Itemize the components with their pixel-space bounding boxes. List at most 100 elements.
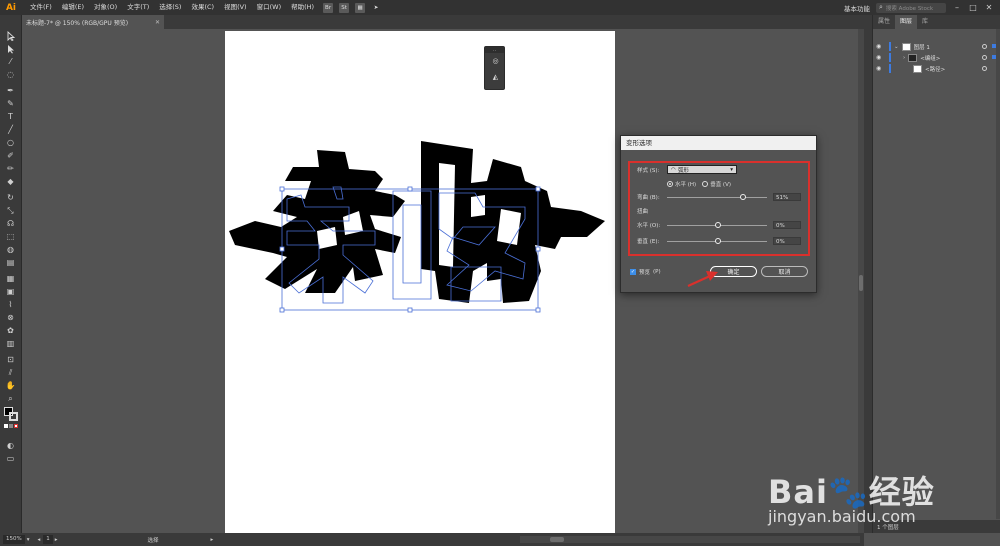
tab-libraries[interactable]: 库 bbox=[917, 15, 933, 29]
zoom-field[interactable]: 150% bbox=[3, 535, 25, 544]
line-tool-icon[interactable]: ╱ bbox=[4, 124, 17, 135]
magic-wand-tool-icon[interactable]: ⁄ bbox=[4, 56, 17, 67]
bend-slider-track[interactable] bbox=[667, 197, 767, 198]
fill-stroke-swatches[interactable] bbox=[3, 407, 19, 433]
status-menu-icon[interactable]: ▸ bbox=[211, 537, 214, 543]
artboard-next-icon[interactable]: ▸ bbox=[55, 537, 58, 543]
shaper-tool-icon[interactable]: ✏ bbox=[4, 163, 17, 174]
paintbrush-tool-icon[interactable]: ✐ bbox=[4, 150, 17, 161]
direct-selection-tool-icon[interactable] bbox=[4, 43, 17, 54]
menu-view[interactable]: 视图(V) bbox=[219, 0, 252, 15]
zoom-dropdown-icon[interactable]: ▾ bbox=[27, 537, 30, 543]
ellipse-tool-icon[interactable]: ○ bbox=[4, 137, 17, 148]
selection-tool-icon[interactable] bbox=[4, 30, 17, 41]
slice-tool-icon[interactable]: ⫽ bbox=[4, 367, 17, 378]
layer-target-icon[interactable] bbox=[982, 66, 987, 71]
arrange-documents-icon[interactable]: ▦ bbox=[355, 2, 366, 13]
style-select[interactable]: ◠ 弧形 ▾ bbox=[667, 165, 737, 174]
document-tab-title: 未标题-7* @ 150% (RGB/GPU 预览) bbox=[26, 19, 129, 27]
rotate-tool-icon[interactable]: ↻ bbox=[4, 192, 17, 203]
stock-search-input[interactable]: ⌕ 搜索 Adobe Stock bbox=[876, 2, 946, 13]
bend-value-field[interactable]: 51% bbox=[773, 193, 801, 201]
curvature-tool-icon[interactable]: ✎ bbox=[4, 98, 17, 109]
menu-effect[interactable]: 效果(C) bbox=[186, 0, 219, 15]
horizontal-scrollbar[interactable] bbox=[520, 536, 860, 543]
minimize-icon[interactable]: – bbox=[952, 3, 962, 12]
artboard-prev-icon[interactable]: ◂ bbox=[38, 537, 41, 543]
maximize-icon[interactable]: □ bbox=[968, 3, 978, 12]
gradient-button[interactable] bbox=[9, 424, 13, 428]
perspective-grid-tool-icon[interactable]: ▤ bbox=[4, 257, 17, 268]
warped-glyph-right bbox=[421, 141, 605, 303]
tab-properties[interactable]: 属性 bbox=[873, 15, 895, 29]
artboard-number-field[interactable]: 1 bbox=[43, 535, 53, 544]
vertical-scroll-thumb[interactable] bbox=[859, 275, 863, 291]
style-value: 弧形 bbox=[677, 167, 689, 174]
menu-object[interactable]: 对象(O) bbox=[89, 0, 122, 15]
layer-row[interactable]: ◉ ⌄ 图层 1 bbox=[873, 41, 1000, 52]
visibility-eye-icon[interactable]: ◉ bbox=[876, 54, 884, 61]
visibility-eye-icon[interactable]: ◉ bbox=[876, 43, 884, 50]
blend-tool-icon[interactable]: ⊗ bbox=[4, 312, 17, 323]
layer-row[interactable]: ◉ › <编组> bbox=[873, 52, 1000, 63]
stock-button[interactable]: St bbox=[339, 2, 350, 13]
shape-builder-tool-icon[interactable]: ◍ bbox=[4, 244, 17, 255]
menu-select[interactable]: 选择(S) bbox=[154, 0, 186, 15]
screen-mode-icon[interactable]: ▭ bbox=[4, 453, 17, 464]
expand-chevron-icon[interactable]: › bbox=[903, 55, 905, 61]
pen-tool-icon[interactable]: ✒ bbox=[4, 85, 17, 96]
workspace-switcher[interactable]: 基本功能 bbox=[844, 3, 870, 13]
eraser-tool-icon[interactable]: ◆ bbox=[4, 176, 17, 187]
horizontal-radio[interactable] bbox=[667, 181, 673, 187]
gpu-rocket-icon[interactable]: ➤ bbox=[371, 3, 381, 13]
warped-text-artwork[interactable] bbox=[225, 31, 615, 431]
gradient-tool-icon[interactable]: ▣ bbox=[4, 286, 17, 297]
type-tool-icon[interactable]: T bbox=[4, 111, 17, 122]
distort-horizontal-field[interactable]: 0% bbox=[773, 221, 801, 229]
layers-scrollbar[interactable] bbox=[996, 29, 1000, 519]
lasso-tool-icon[interactable]: ◌ bbox=[4, 69, 17, 80]
perspective-icon[interactable]: ◭ bbox=[485, 69, 506, 85]
scale-tool-icon[interactable]: ⤡ bbox=[4, 205, 17, 216]
distort-horizontal-knob[interactable] bbox=[715, 222, 721, 228]
menu-window[interactable]: 窗口(W) bbox=[252, 0, 287, 15]
search-placeholder: 搜索 Adobe Stock bbox=[885, 5, 934, 12]
distort-horizontal-label: 水平 (O): bbox=[637, 223, 661, 229]
vertical-radio[interactable] bbox=[702, 181, 709, 187]
layer-target-icon[interactable] bbox=[982, 44, 987, 49]
eyedropper-tool-icon[interactable]: ⌇ bbox=[4, 299, 17, 310]
document-tab[interactable]: 未标题-7* @ 150% (RGB/GPU 预览) ✕ bbox=[22, 15, 164, 29]
cancel-button[interactable]: 取消 bbox=[761, 266, 808, 277]
menu-type[interactable]: 文字(T) bbox=[122, 0, 154, 15]
stroke-swatch[interactable] bbox=[9, 412, 18, 421]
horizontal-scroll-thumb[interactable] bbox=[550, 537, 564, 542]
zoom-tool-icon[interactable]: ⌕ bbox=[4, 393, 17, 404]
preview-checkbox[interactable]: ✓ bbox=[630, 269, 636, 275]
none-button[interactable] bbox=[14, 424, 18, 428]
mesh-tool-icon[interactable]: ▦ bbox=[4, 273, 17, 284]
close-window-icon[interactable]: ✕ bbox=[984, 3, 994, 12]
warp-tool-icon[interactable]: ☊ bbox=[4, 218, 17, 229]
layer-row[interactable]: ◉ <路径> bbox=[873, 63, 1000, 74]
artboard-tool-icon[interactable]: ⊡ bbox=[4, 354, 17, 365]
close-tab-icon[interactable]: ✕ bbox=[155, 19, 160, 26]
menu-file[interactable]: 文件(F) bbox=[25, 0, 57, 15]
distort-vertical-field[interactable]: 0% bbox=[773, 237, 801, 245]
hand-tool-icon[interactable]: ✋ bbox=[4, 380, 17, 391]
color-button[interactable] bbox=[4, 424, 8, 428]
drawing-mode-icon[interactable]: ◐ bbox=[4, 440, 17, 451]
graph-tool-icon[interactable]: ▥ bbox=[4, 338, 17, 349]
bend-slider-knob[interactable] bbox=[740, 194, 746, 200]
symbol-sprayer-tool-icon[interactable]: ✿ bbox=[4, 325, 17, 336]
visibility-eye-icon[interactable]: ◉ bbox=[876, 65, 884, 72]
envelope-warp-icon[interactable]: ◎ bbox=[485, 53, 506, 69]
distort-vertical-knob[interactable] bbox=[715, 238, 721, 244]
free-transform-tool-icon[interactable]: ⬚ bbox=[4, 231, 17, 242]
expand-chevron-icon[interactable]: ⌄ bbox=[894, 44, 899, 50]
layer-target-icon[interactable] bbox=[982, 55, 987, 60]
menu-edit[interactable]: 编辑(E) bbox=[57, 0, 89, 15]
menu-help[interactable]: 帮助(H) bbox=[286, 0, 319, 15]
bridge-button[interactable]: Br bbox=[323, 2, 334, 13]
tab-layers[interactable]: 图层 bbox=[895, 15, 918, 29]
artboard[interactable] bbox=[225, 31, 615, 533]
